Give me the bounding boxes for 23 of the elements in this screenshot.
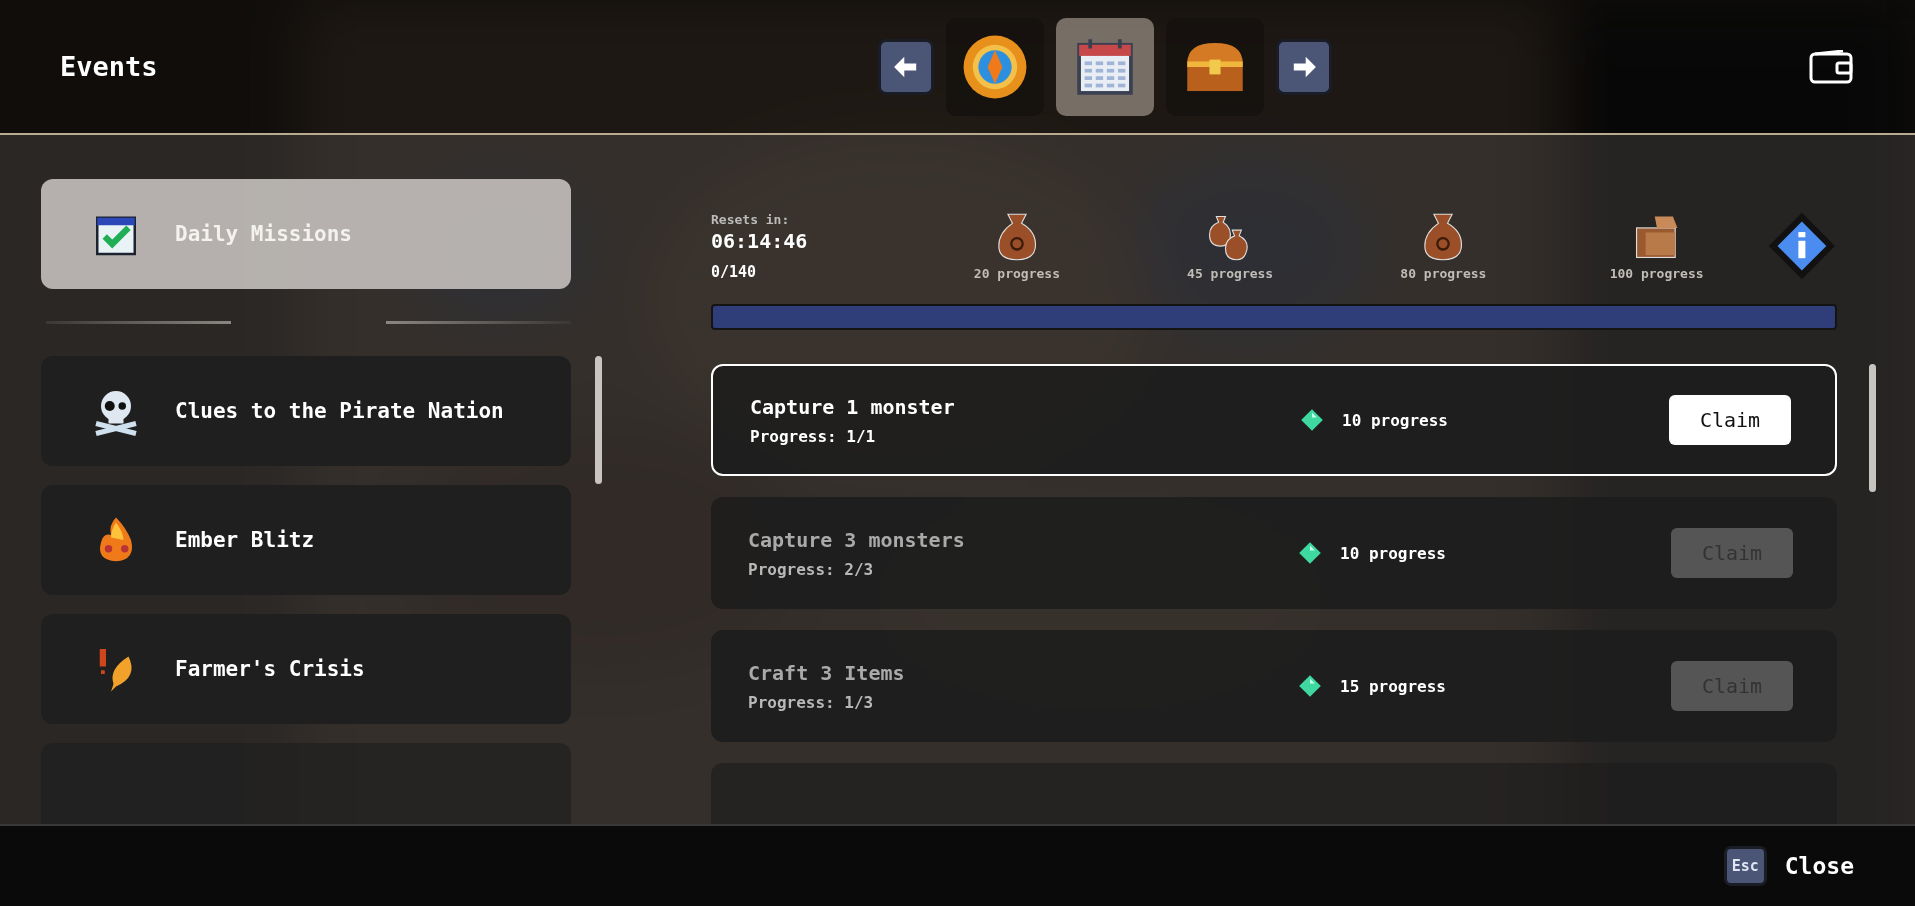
mission-progress: Progress: 1/3 [748,692,875,712]
claim-button[interactable]: Claim [1669,395,1791,445]
mission-progress: Progress: 2/3 [748,559,875,579]
sidebar-item[interactable]: Ember Blitz [41,485,571,595]
milestone-label: 100 progress [1609,265,1704,281]
close-button[interactable]: Esc Close [1717,845,1860,887]
sidebar-item[interactable]: Clues to the Pirate Nation [41,356,571,466]
sidebar-item[interactable]: Farmer's Crisis [41,614,571,724]
mission-progress: Progress: 1/1 [750,426,877,446]
mission-title: Capture 3 monsters [748,527,966,552]
points-counter: 0/140 [711,262,758,281]
window-title: Events [60,51,159,82]
milestone-label: 20 progress [973,265,1060,281]
mission-title: Capture 1 monster [750,394,956,419]
reward-label: 10 progress [1340,543,1446,563]
reward-label: 10 progress [1342,410,1448,430]
mission-title: Craft 3 Items [748,660,906,685]
reward-label: 15 progress [1340,676,1446,696]
countdown-timer: 06:14:46 [711,228,809,253]
esc-key: Esc [1723,846,1767,886]
milestone-label: 45 progress [1187,265,1274,281]
milestone-label: 80 progress [1400,265,1487,281]
reset-label: Resets in: [711,211,791,227]
